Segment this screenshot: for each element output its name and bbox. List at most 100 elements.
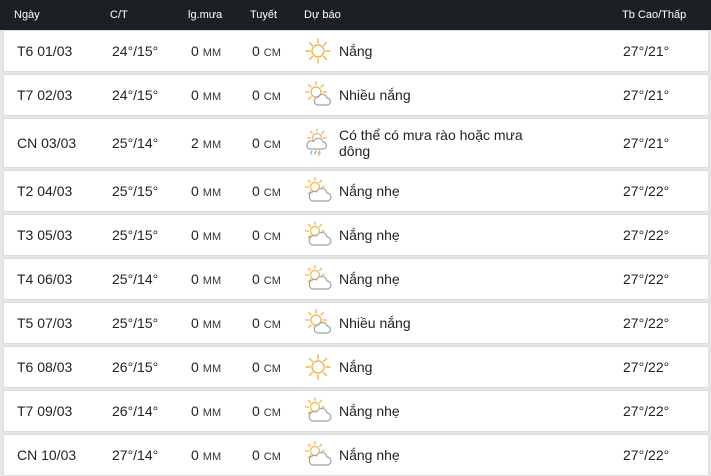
table-row: T4 06/03 25°/14° 0 MM 0 CM Nắng nhẹ 27°/22° (3, 258, 709, 300)
row-snow: 0 CM (252, 227, 281, 243)
row-rain: 2 MM (191, 135, 221, 151)
row-rain: 0 MM (191, 43, 221, 59)
forecast-table: Ngày C/T lg.mưa Tuyết Dự báo Tb Cao/Thấp… (0, 0, 711, 476)
rain-value: 0 (191, 447, 199, 463)
row-temp: 25°/15° (112, 227, 159, 243)
snow-value: 0 (252, 43, 260, 59)
rain-unit: MM (202, 363, 222, 375)
header-temp: C/T (110, 9, 128, 21)
row-forecast: Nắng nhẹ (339, 183, 400, 199)
row-temp: 26°/15° (112, 359, 159, 375)
partly-cloudy-icon (304, 397, 332, 425)
table-row: T6 01/03 24°/15° 0 MM 0 CM Nắng 27°/21° (3, 30, 709, 72)
row-rain: 0 MM (191, 403, 221, 419)
table-row: CN 10/03 27°/14° 0 MM 0 CM Nắng nhẹ 27°/22° (3, 434, 709, 476)
snow-unit: CM (263, 363, 281, 375)
row-snow: 0 CM (252, 183, 281, 199)
row-forecast: Nắng nhẹ (339, 447, 400, 463)
snow-unit: CM (263, 47, 281, 59)
row-avg: 27°/22° (623, 183, 670, 199)
row-day: T7 09/03 (17, 403, 73, 419)
rain-value: 0 (191, 359, 199, 375)
rain-unit: MM (202, 407, 222, 419)
snow-unit: CM (263, 451, 281, 463)
row-rain: 0 MM (191, 315, 221, 331)
rain-unit: MM (202, 187, 222, 199)
partly-cloudy-icon (304, 177, 332, 205)
row-snow: 0 CM (252, 359, 281, 375)
table-row: T3 05/03 25°/15° 0 MM 0 CM Nắng nhẹ 27°/22° (3, 214, 709, 256)
table-row: T7 09/03 26°/14° 0 MM 0 CM Nắng nhẹ 27°/22° (3, 390, 709, 432)
partly-cloudy-icon (304, 265, 332, 293)
row-avg: 27°/22° (623, 227, 670, 243)
row-day: T2 04/03 (17, 183, 73, 199)
snow-value: 0 (252, 447, 260, 463)
row-temp: 24°/15° (112, 43, 159, 59)
row-temp: 25°/15° (112, 183, 159, 199)
rain-value: 0 (191, 183, 199, 199)
row-day: T6 01/03 (17, 43, 73, 59)
table-row: T5 07/03 25°/15° 0 MM 0 CM Nhiều nắng 27°/22° (3, 302, 709, 344)
snow-value: 0 (252, 403, 260, 419)
row-forecast: Nắng nhẹ (339, 227, 400, 243)
snow-value: 0 (252, 359, 260, 375)
rain-unit: MM (202, 139, 222, 151)
snow-value: 0 (252, 227, 260, 243)
table-body: T6 01/03 24°/15° 0 MM 0 CM Nắng 27°/21° T7 02/03… (0, 30, 711, 476)
rain-value: 0 (191, 403, 199, 419)
snow-value: 0 (252, 87, 260, 103)
row-forecast: Nhiều nắng (339, 87, 411, 103)
rain-value: 0 (191, 43, 199, 59)
snow-unit: CM (263, 231, 281, 243)
row-temp: 26°/14° (112, 403, 159, 419)
row-snow: 0 CM (252, 315, 281, 331)
row-temp: 25°/14° (112, 271, 159, 287)
row-forecast: Có thể có mưa rào hoặc mưa dông (339, 127, 523, 159)
row-day: T6 08/03 (17, 359, 73, 375)
header-day: Ngày (14, 9, 40, 21)
row-day: T3 05/03 (17, 227, 73, 243)
rain-value: 2 (191, 135, 199, 151)
row-forecast: Nắng (339, 43, 373, 59)
rain-unit: MM (202, 275, 222, 287)
row-rain: 0 MM (191, 87, 221, 103)
row-forecast: Nắng nhẹ (339, 403, 400, 419)
rain-value: 0 (191, 315, 199, 331)
snow-value: 0 (252, 135, 260, 151)
rain-unit: MM (202, 47, 222, 59)
row-snow: 0 CM (252, 135, 281, 151)
row-forecast: Nhiều nắng (339, 315, 411, 331)
row-temp: 27°/14° (112, 447, 159, 463)
row-temp: 25°/15° (112, 315, 159, 331)
row-avg: 27°/21° (623, 135, 670, 151)
row-forecast: Nắng (339, 359, 373, 375)
partly-cloudy-icon (304, 221, 332, 249)
row-avg: 27°/22° (623, 359, 670, 375)
row-avg: 27°/22° (623, 271, 670, 287)
table-row: T6 08/03 26°/15° 0 MM 0 CM Nắng 27°/22° (3, 346, 709, 388)
row-temp: 25°/14° (112, 135, 159, 151)
thunderstorm-icon (304, 129, 332, 157)
row-day: T4 06/03 (17, 271, 73, 287)
row-day: CN 03/03 (17, 135, 77, 151)
row-rain: 0 MM (191, 447, 221, 463)
snow-value: 0 (252, 315, 260, 331)
snow-value: 0 (252, 183, 260, 199)
row-snow: 0 CM (252, 43, 281, 59)
table-header: Ngày C/T lg.mưa Tuyết Dự báo Tb Cao/Thấp (0, 0, 711, 30)
snow-unit: CM (263, 407, 281, 419)
table-row: CN 03/03 25°/14° 2 MM 0 CM Có thể có mưa rào h… (3, 118, 709, 168)
partly-sunny-icon (304, 81, 332, 109)
row-avg: 27°/22° (623, 403, 670, 419)
snow-unit: CM (263, 187, 281, 199)
header-forecast: Dự báo (304, 9, 341, 21)
partly-sunny-icon (304, 309, 332, 337)
rain-unit: MM (202, 231, 222, 243)
snow-unit: CM (263, 139, 281, 151)
rain-unit: MM (202, 451, 222, 463)
row-day: T7 02/03 (17, 87, 73, 103)
snow-unit: CM (263, 319, 281, 331)
snow-value: 0 (252, 271, 260, 287)
rain-value: 0 (191, 87, 199, 103)
row-rain: 0 MM (191, 183, 221, 199)
